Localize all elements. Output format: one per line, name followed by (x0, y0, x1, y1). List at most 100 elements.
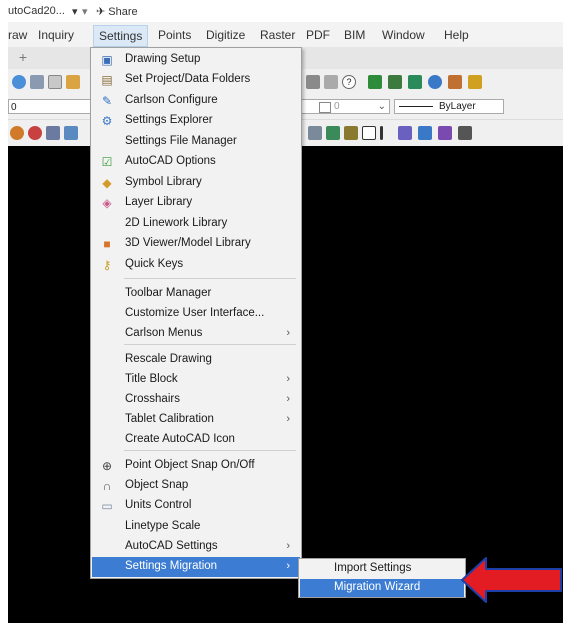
menu-item-carlson-menus[interactable]: Carlson Menus › (92, 324, 300, 344)
menu-item-2d-linework-library[interactable]: 2D Linework Library (92, 214, 300, 234)
open-icon[interactable] (66, 75, 80, 89)
menu-item-customize-user-interface[interactable]: Customize User Interface... (92, 304, 300, 324)
linetype-dropdown[interactable]: ByLayer (394, 99, 504, 114)
print-icon[interactable] (306, 75, 320, 89)
bearing-icon[interactable] (418, 126, 432, 140)
menu-item-toolbar-manager[interactable]: Toolbar Manager (92, 284, 300, 304)
menu-item-object-snap[interactable]: ∩ Object Snap (92, 476, 300, 496)
edit-icon[interactable] (46, 126, 60, 140)
menu-item-autocad-options[interactable]: ☑ AutoCAD Options (92, 152, 300, 172)
menu-item-3d-viewer-model-library[interactable]: ■ 3D Viewer/Model Library (92, 234, 300, 254)
submenu-chevron-icon: › (286, 540, 290, 552)
menu-item-autocad-settings[interactable]: AutoCAD Settings › (92, 537, 300, 557)
submenu-chevron-icon: › (286, 327, 290, 339)
polyline-icon[interactable] (380, 126, 383, 140)
new-file-icon[interactable] (48, 75, 62, 89)
calculator-icon[interactable] (324, 75, 338, 89)
slope-icon[interactable] (344, 126, 358, 140)
menu-item-label: Carlson Menus (125, 327, 203, 339)
menu-item-label: Tablet Calibration (125, 413, 214, 425)
share-label: Share (108, 6, 138, 18)
menu-raster[interactable]: Raster (260, 28, 295, 42)
distance-icon[interactable] (438, 126, 452, 140)
curve-icon[interactable] (326, 126, 340, 140)
menu-draw[interactable]: raw (8, 28, 27, 42)
menu-item-layer-library[interactable]: ◈ Layer Library (92, 193, 300, 213)
menu-item-label: 2D Linework Library (125, 217, 228, 229)
survey-icon[interactable] (408, 75, 422, 89)
tree-icon[interactable] (368, 75, 382, 89)
menu-item-point-object-snap-on-off[interactable]: ⊕ Point Object Snap On/Off (92, 456, 300, 476)
menu-item-carlson-configure[interactable]: ✎ Carlson Configure (92, 91, 300, 111)
menu-item-create-autocad-icon[interactable]: Create AutoCAD Icon (92, 430, 300, 450)
gear-globe-icon[interactable] (428, 75, 442, 89)
export-icon[interactable] (30, 75, 44, 89)
menu-item-title-block[interactable]: Title Block › (92, 370, 300, 390)
menu-settings[interactable]: Settings (93, 25, 149, 47)
point-icon[interactable] (28, 126, 42, 140)
quick-access-dropdown[interactable]: ▾ (72, 5, 78, 18)
menu-digitize[interactable]: Digitize (206, 28, 245, 42)
pick-icon[interactable] (448, 75, 462, 89)
menu-points[interactable]: Points (158, 28, 191, 42)
menu-bim[interactable]: BIM (344, 28, 365, 42)
wrench-icon: ✎ (101, 94, 113, 108)
menu-item-label: Settings Explorer (125, 114, 213, 126)
menu-item-import-settings[interactable]: Import Settings (300, 560, 464, 578)
color-value: 0 (334, 101, 340, 112)
menu-help[interactable]: Help (444, 28, 469, 42)
rectangle-icon[interactable] (362, 126, 376, 140)
key-icon: ⚷ (102, 258, 112, 272)
units-icon: ▭ (101, 499, 113, 513)
menu-item-label: Symbol Library (125, 176, 202, 188)
menu-item-label: Carlson Configure (125, 94, 218, 106)
menu-item-set-project-data-folders[interactable]: ▤ Set Project/Data Folders (92, 70, 300, 90)
red-pointer-arrow-icon (461, 557, 562, 603)
submenu-chevron-icon: › (286, 393, 290, 405)
menu-item-units-control[interactable]: ▭ Units Control (92, 496, 300, 516)
menu-item-label: Import Settings (334, 562, 412, 574)
menu-item-label: Settings File Manager (125, 135, 237, 147)
menu-bar: raw Inquiry Settings Points Digitize Ras… (8, 22, 563, 47)
annotate-icon[interactable] (458, 126, 472, 140)
help-icon[interactable]: ? (342, 75, 356, 89)
menu-pdf[interactable]: PDF (306, 28, 330, 42)
symbol-icon[interactable] (10, 126, 24, 140)
menu-item-linetype-scale[interactable]: Linetype Scale (92, 517, 300, 537)
layer-icon[interactable] (64, 126, 78, 140)
menu-item-symbol-library[interactable]: ◆ Symbol Library (92, 173, 300, 193)
globe-icon[interactable] (12, 75, 26, 89)
menu-item-drawing-setup[interactable]: ▣ Drawing Setup (92, 50, 300, 70)
menu-window[interactable]: Window (382, 28, 425, 42)
menu-inquiry[interactable]: Inquiry (38, 28, 74, 42)
menu-item-label: Layer Library (125, 196, 193, 208)
submenu-chevron-icon: › (286, 560, 290, 572)
title-bar: utoCad20... ▾ ▾ ✈ Share (8, 0, 563, 22)
menu-item-label: Linetype Scale (125, 520, 201, 532)
color-dropdown[interactable]: 0 ⌄ (300, 99, 390, 114)
label-icon[interactable] (398, 126, 412, 140)
menu-item-label: Units Control (125, 499, 192, 511)
menu-item-migration-wizard[interactable]: Migration Wizard (300, 579, 464, 597)
menu-item-tablet-calibration[interactable]: Tablet Calibration › (92, 410, 300, 430)
terrain-icon[interactable] (388, 75, 402, 89)
menu-item-label: Title Block (125, 373, 178, 385)
layer-library-icon: ◈ (102, 196, 112, 210)
share-button[interactable]: ✈ Share (96, 5, 138, 18)
menu-item-settings-explorer[interactable]: ⚙ Settings Explorer (92, 111, 300, 131)
road-icon[interactable] (468, 75, 482, 89)
menu-item-settings-migration[interactable]: Settings Migration › (92, 557, 300, 577)
menu-separator (124, 450, 296, 451)
menu-item-label: Migration Wizard (334, 581, 421, 593)
folder-icon: ▤ (101, 73, 113, 87)
app-title: utoCad20... (8, 5, 65, 17)
menu-item-quick-keys[interactable]: ⚷ Quick Keys (92, 255, 300, 275)
menu-item-settings-file-manager[interactable]: Settings File Manager (92, 132, 300, 152)
qat-arrow-icon[interactable]: ▾ (82, 5, 88, 18)
table-icon[interactable] (308, 126, 322, 140)
new-tab-button[interactable]: + (12, 50, 34, 65)
layer-dropdown[interactable]: 0 (8, 99, 98, 114)
3d-viewer-icon: ■ (103, 237, 111, 251)
menu-item-crosshairs[interactable]: Crosshairs › (92, 390, 300, 410)
menu-item-rescale-drawing[interactable]: Rescale Drawing (92, 350, 300, 370)
